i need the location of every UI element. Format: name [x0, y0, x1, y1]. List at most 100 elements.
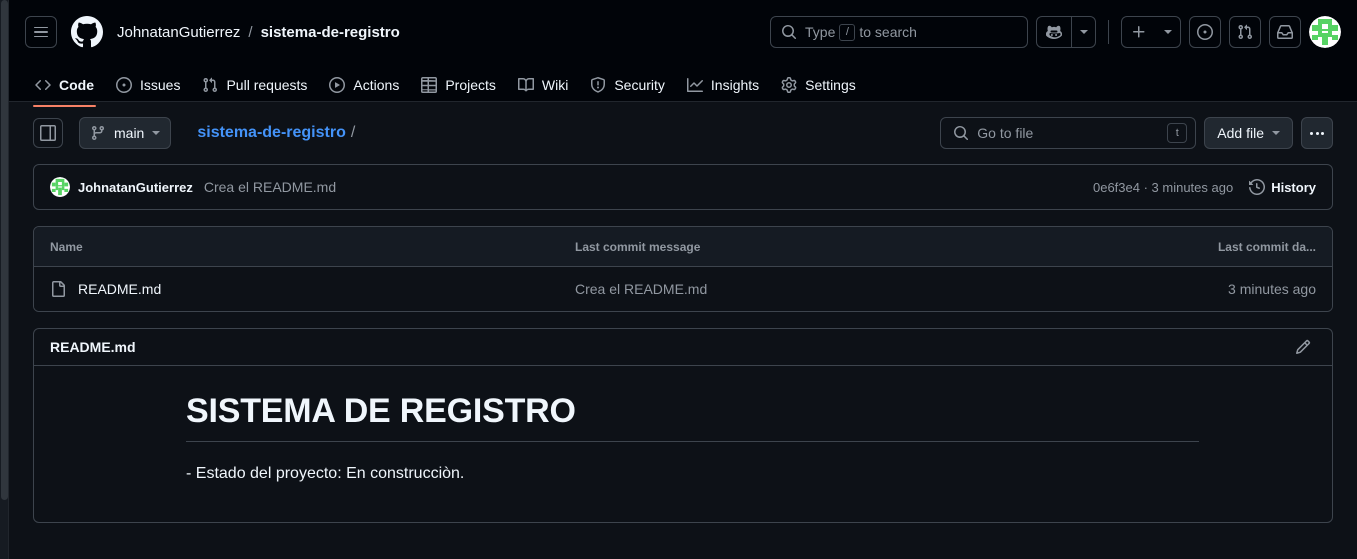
search-slash-key-badge: / [839, 23, 856, 41]
tab-label: Security [614, 77, 665, 93]
play-icon [329, 77, 346, 93]
copilot-split-button[interactable] [1036, 16, 1096, 48]
file-name-cell: README.md [50, 281, 575, 297]
file-commit-message-cell[interactable]: Crea el README.md [575, 281, 1156, 297]
latest-commit-panel: JohnatanGutierrez Crea el README.md 0e6f… [33, 164, 1333, 210]
git-pull-request-icon [1238, 24, 1253, 40]
readme-edit-button[interactable] [1290, 334, 1316, 360]
shield-icon [590, 77, 606, 93]
table-icon [421, 77, 438, 93]
plus-icon [1133, 26, 1145, 38]
tab-projects[interactable]: Projects [411, 69, 506, 101]
repo-file-table: Name Last commit message Last commit da.… [33, 226, 1333, 312]
create-new-split-button[interactable] [1121, 16, 1181, 48]
github-logo-icon[interactable] [71, 16, 103, 48]
hamburger-icon-line [34, 31, 48, 33]
avatar-identicon-icon [50, 177, 70, 197]
more-options-button[interactable] [1301, 117, 1333, 149]
commit-author: JohnatanGutierrez [50, 177, 193, 197]
commit-author-avatar[interactable] [50, 177, 70, 197]
readme-header: README.md [34, 329, 1332, 366]
repo-file-toolbar: main sistema-de-registro / Go to file t … [33, 102, 1333, 164]
book-icon [517, 77, 534, 93]
global-search-input[interactable]: Type / to search [770, 16, 1028, 48]
gear-icon [781, 77, 797, 93]
file-tree-toggle-button[interactable] [33, 118, 63, 148]
header-actions: Type / to search [770, 16, 1341, 48]
chevron-down-icon [1272, 131, 1280, 135]
breadcrumb-repo-link[interactable]: sistema-de-registro [261, 24, 400, 41]
repo-navigation-tabs: Code Issues Pull requests Actions Projec [9, 64, 1357, 107]
global-search-placeholder: Type / to search [805, 23, 917, 41]
breadcrumb-owner-link[interactable]: JohnatanGutierrez [117, 24, 240, 41]
git-pull-request-icon [202, 77, 218, 93]
graph-icon [686, 77, 703, 93]
page-scrollbar-thumb[interactable] [1, 0, 8, 500]
global-header: JohnatanGutierrez / sistema-de-registro … [9, 0, 1357, 64]
global-nav-menu-button[interactable] [25, 16, 57, 48]
file-name-link[interactable]: README.md [78, 281, 161, 297]
tab-pull-requests[interactable]: Pull requests [192, 69, 317, 101]
page-root: JohnatanGutierrez / sistema-de-registro … [9, 0, 1357, 559]
page-scrollbar[interactable] [0, 0, 9, 559]
readme-panel: README.md SISTEMA DE REGISTRO - Estado d… [33, 328, 1333, 523]
pencil-icon [1295, 339, 1311, 355]
tab-insights[interactable]: Insights [677, 69, 769, 101]
tab-label: Actions [353, 77, 400, 93]
commit-sha-and-time[interactable]: 0e6f3e4 · 3 minutes ago [1093, 180, 1233, 195]
branch-name: main [114, 125, 145, 141]
kebab-dot [1310, 131, 1313, 135]
readme-heading: SISTEMA DE REGISTRO [186, 392, 1199, 442]
breadcrumb-repo-root-link[interactable]: sistema-de-registro [197, 124, 346, 142]
repo-path-breadcrumb: sistema-de-registro / [197, 124, 355, 142]
column-header-name: Name [50, 239, 83, 254]
tab-actions[interactable]: Actions [319, 69, 409, 101]
commit-meta-group: 0e6f3e4 · 3 minutes ago History [1093, 179, 1316, 195]
tab-label: Pull requests [226, 77, 308, 93]
search-icon [954, 126, 969, 141]
tab-settings[interactable]: Settings [771, 69, 866, 101]
history-label: History [1271, 179, 1316, 195]
table-row[interactable]: README.md Crea el README.md 3 minutes ag… [34, 267, 1332, 311]
chevron-down-icon [152, 131, 161, 135]
search-placeholder-prefix: Type [805, 24, 836, 40]
issue-opened-icon [116, 77, 132, 93]
branch-selector-button[interactable]: main [79, 117, 172, 149]
tab-security[interactable]: Security [580, 69, 675, 101]
user-avatar[interactable] [1309, 16, 1341, 48]
history-icon [1249, 179, 1266, 195]
commit-author-name[interactable]: JohnatanGutierrez [78, 180, 193, 195]
header-divider [1108, 20, 1109, 44]
tab-wiki[interactable]: Wiki [508, 69, 578, 101]
header-repo-breadcrumb: JohnatanGutierrez / sistema-de-registro [117, 24, 400, 41]
readme-title: README.md [50, 339, 136, 355]
readme-paragraph: - Estado del proyecto: En construcciòn. [186, 465, 465, 482]
git-branch-icon [91, 126, 104, 141]
kebab-dot [1321, 131, 1324, 135]
tab-issues[interactable]: Issues [106, 69, 190, 101]
kebab-dot [1315, 131, 1319, 135]
go-to-file-shortcut-badge: t [1167, 123, 1188, 143]
notifications-inbox-button[interactable] [1269, 16, 1301, 48]
main-content: main sistema-de-registro / Go to file t … [9, 102, 1357, 523]
tab-label: Wiki [541, 77, 569, 93]
create-new-button[interactable] [1122, 17, 1156, 47]
go-to-file-input[interactable]: Go to file t [940, 117, 1197, 149]
tab-code[interactable]: Code [25, 69, 104, 107]
breadcrumb-path-separator: / [350, 124, 356, 141]
avatar-identicon-icon [1309, 16, 1341, 48]
copilot-dropdown-button[interactable] [1071, 17, 1095, 47]
issue-opened-icon [1197, 24, 1213, 40]
commit-message[interactable]: Crea el README.md [204, 179, 336, 195]
tab-label: Issues [140, 77, 181, 93]
inbox-icon [1277, 25, 1293, 39]
copilot-button[interactable] [1037, 17, 1071, 47]
search-icon [782, 25, 797, 40]
add-file-button[interactable]: Add file [1204, 117, 1293, 149]
add-file-label: Add file [1217, 125, 1264, 141]
create-new-dropdown-button[interactable] [1156, 17, 1180, 47]
copilot-icon [1046, 25, 1062, 40]
commit-history-link[interactable]: History [1249, 179, 1316, 195]
your-issues-button[interactable] [1189, 16, 1221, 48]
your-pull-requests-button[interactable] [1229, 16, 1261, 48]
